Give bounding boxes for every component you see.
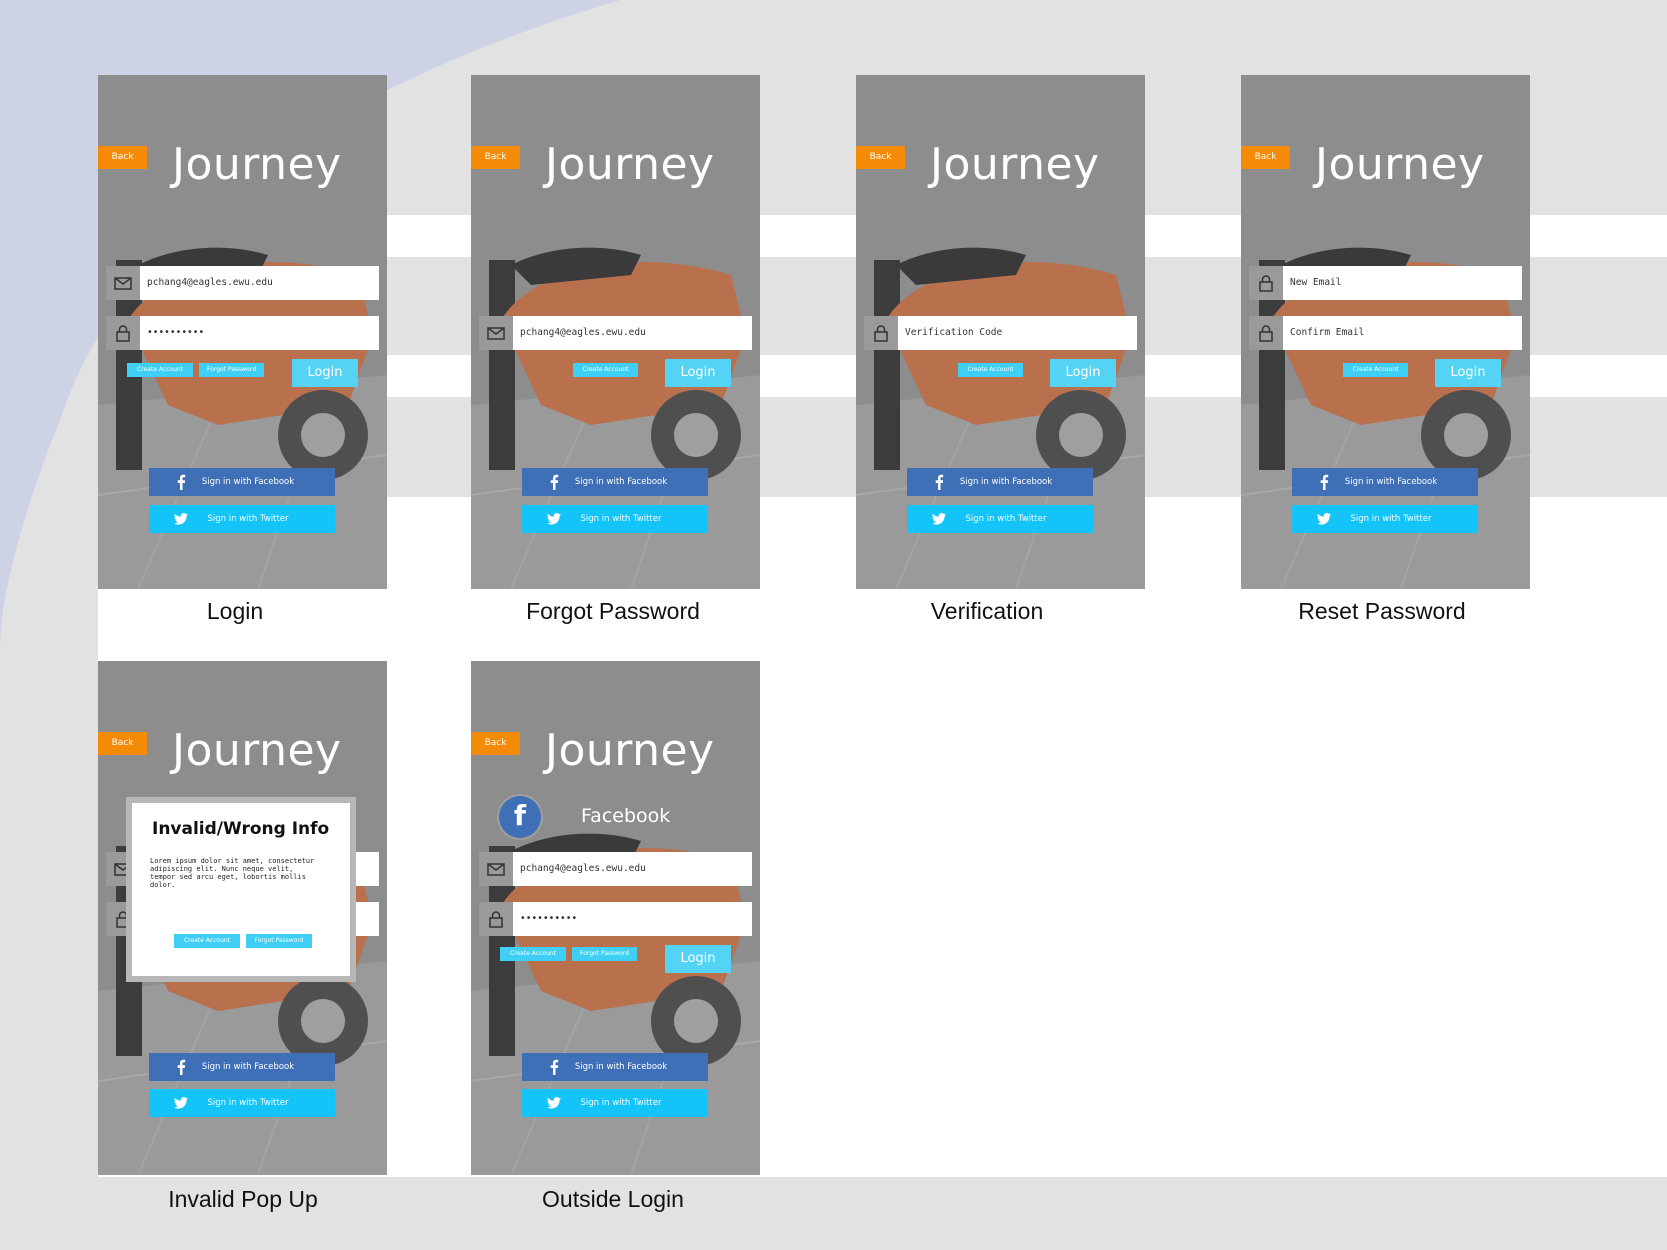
create-account-button[interactable]: Create Account xyxy=(1343,363,1408,377)
twitter-signin-button[interactable]: Sign in with Twitter xyxy=(907,505,1093,533)
login-button[interactable]: Login xyxy=(665,945,731,973)
verification-code-input[interactable]: Verification Code xyxy=(898,316,1137,350)
twitter-signin-button[interactable]: Sign in with Twitter xyxy=(1292,505,1478,533)
login-button[interactable]: Login xyxy=(665,359,731,387)
twitter-signin-label: Sign in with Twitter xyxy=(207,1098,289,1108)
email-field[interactable]: pchang4@eagles.ewu.edu xyxy=(106,266,379,300)
confirm-email-input[interactable]: Confirm Email xyxy=(1283,316,1522,350)
app-title: Journey xyxy=(1315,139,1485,190)
twitter-signin-label: Sign in with Twitter xyxy=(207,514,289,524)
screen-invalid-popup: Back Journey Sign in with Facebook Sign … xyxy=(98,661,387,1175)
app-title: Journey xyxy=(545,139,715,190)
popup-body: Lorem ipsum dolor sit amet, consectetur … xyxy=(150,857,315,889)
twitter-signin-label: Sign in with Twitter xyxy=(580,514,662,524)
facebook-signin-button[interactable]: Sign in with Facebook xyxy=(149,1053,335,1081)
twitter-signin-label: Sign in with Twitter xyxy=(965,514,1047,524)
lock-icon xyxy=(864,316,898,350)
facebook-signin-label: Sign in with Facebook xyxy=(1344,477,1438,487)
password-field[interactable]: •••••••••• xyxy=(106,316,379,350)
create-account-button[interactable]: Create Account xyxy=(958,363,1023,377)
caption-invalid-popup: Invalid Pop Up xyxy=(168,1186,318,1212)
app-title: Journey xyxy=(172,725,342,776)
caption-verification: Verification xyxy=(930,598,1044,624)
caption-login: Login xyxy=(206,598,264,624)
back-button[interactable]: Back xyxy=(856,146,905,169)
facebook-logo-letter: f xyxy=(513,799,527,832)
facebook-signin-button[interactable]: Sign in with Facebook xyxy=(522,468,708,496)
forgot-password-button[interactable]: Forgot Password xyxy=(199,363,264,377)
twitter-signin-button[interactable]: Sign in with Twitter xyxy=(522,505,708,533)
login-button[interactable]: Login xyxy=(1050,359,1116,387)
create-account-button[interactable]: Create Account xyxy=(127,363,193,377)
app-title: Journey xyxy=(545,725,715,776)
create-account-button[interactable]: Create Account xyxy=(573,363,638,377)
caption-outside-login: Outside Login xyxy=(542,1186,684,1212)
facebook-signin-button[interactable]: Sign in with Facebook xyxy=(522,1053,708,1081)
twitter-signin-label: Sign in with Twitter xyxy=(1350,514,1432,524)
twitter-signin-button[interactable]: Sign in with Twitter xyxy=(149,1089,335,1117)
mail-icon xyxy=(106,266,140,300)
facebook-signin-label: Sign in with Facebook xyxy=(201,1062,295,1072)
login-button[interactable]: Login xyxy=(1435,359,1501,387)
create-account-button[interactable]: Create Account xyxy=(500,947,566,961)
caption-forgot-password: Forgot Password xyxy=(526,598,700,624)
verification-code-field[interactable]: Verification Code xyxy=(864,316,1137,350)
twitter-signin-label: Sign in with Twitter xyxy=(580,1098,662,1108)
invalid-info-popup: Invalid/Wrong Info Lorem ipsum dolor sit… xyxy=(126,797,356,982)
password-input[interactable]: •••••••••• xyxy=(140,316,379,350)
back-button[interactable]: Back xyxy=(471,146,520,169)
email-input[interactable]: pchang4@eagles.ewu.edu xyxy=(140,266,379,300)
back-button[interactable]: Back xyxy=(1241,146,1290,169)
facebook-signin-label: Sign in with Facebook xyxy=(959,477,1053,487)
screen-forgot-password: Back Journey pchang4@eagles.ewu.edu Crea… xyxy=(471,75,760,589)
password-field[interactable]: •••••••••• xyxy=(479,902,752,936)
new-email-field[interactable]: New Email xyxy=(1249,266,1522,300)
password-input[interactable]: •••••••••• xyxy=(513,902,752,936)
app-title: Journey xyxy=(172,139,342,190)
back-button[interactable]: Back xyxy=(98,732,147,755)
facebook-signin-button[interactable]: Sign in with Facebook xyxy=(907,468,1093,496)
email-field[interactable]: pchang4@eagles.ewu.edu xyxy=(479,316,752,350)
provider-label: Facebook xyxy=(581,805,671,827)
lock-icon xyxy=(1249,266,1283,300)
new-email-input[interactable]: New Email xyxy=(1283,266,1522,300)
twitter-signin-button[interactable]: Sign in with Twitter xyxy=(149,505,335,533)
mail-icon xyxy=(479,852,513,886)
facebook-signin-label: Sign in with Facebook xyxy=(574,477,668,487)
email-field[interactable]: pchang4@eagles.ewu.edu xyxy=(479,852,752,886)
forgot-password-button[interactable]: Forgot Password xyxy=(572,947,637,961)
facebook-signin-button[interactable]: Sign in with Facebook xyxy=(149,468,335,496)
lock-icon xyxy=(479,902,513,936)
facebook-signin-label: Sign in with Facebook xyxy=(201,477,295,487)
create-account-button[interactable]: Create Account xyxy=(174,934,240,948)
lock-icon xyxy=(106,316,140,350)
facebook-signin-button[interactable]: Sign in with Facebook xyxy=(1292,468,1478,496)
lock-icon xyxy=(1249,316,1283,350)
twitter-signin-button[interactable]: Sign in with Twitter xyxy=(522,1089,708,1117)
login-button[interactable]: Login xyxy=(292,359,358,387)
screen-verification: Back Journey Verification Code Create Ac… xyxy=(856,75,1145,589)
facebook-signin-label: Sign in with Facebook xyxy=(574,1062,668,1072)
popup-title: Invalid/Wrong Info xyxy=(152,819,330,839)
forgot-password-button[interactable]: Forgot Password xyxy=(246,934,312,948)
mail-icon xyxy=(479,316,513,350)
back-button[interactable]: Back xyxy=(98,146,147,169)
email-input[interactable]: pchang4@eagles.ewu.edu xyxy=(513,852,752,886)
screen-outside-login: Back Journey f Facebook pchang4@eagles.e… xyxy=(471,661,760,1175)
screen-reset-password: Back Journey New Email Confirm Email Cre… xyxy=(1241,75,1530,589)
email-input[interactable]: pchang4@eagles.ewu.edu xyxy=(513,316,752,350)
confirm-email-field[interactable]: Confirm Email xyxy=(1249,316,1522,350)
back-button[interactable]: Back xyxy=(471,732,520,755)
facebook-logo-icon: f xyxy=(499,796,541,838)
caption-reset-password: Reset Password xyxy=(1298,598,1466,624)
screen-login: Back Journey pchang4@eagles.ewu.edu ••••… xyxy=(98,75,387,589)
app-title: Journey xyxy=(930,139,1100,190)
